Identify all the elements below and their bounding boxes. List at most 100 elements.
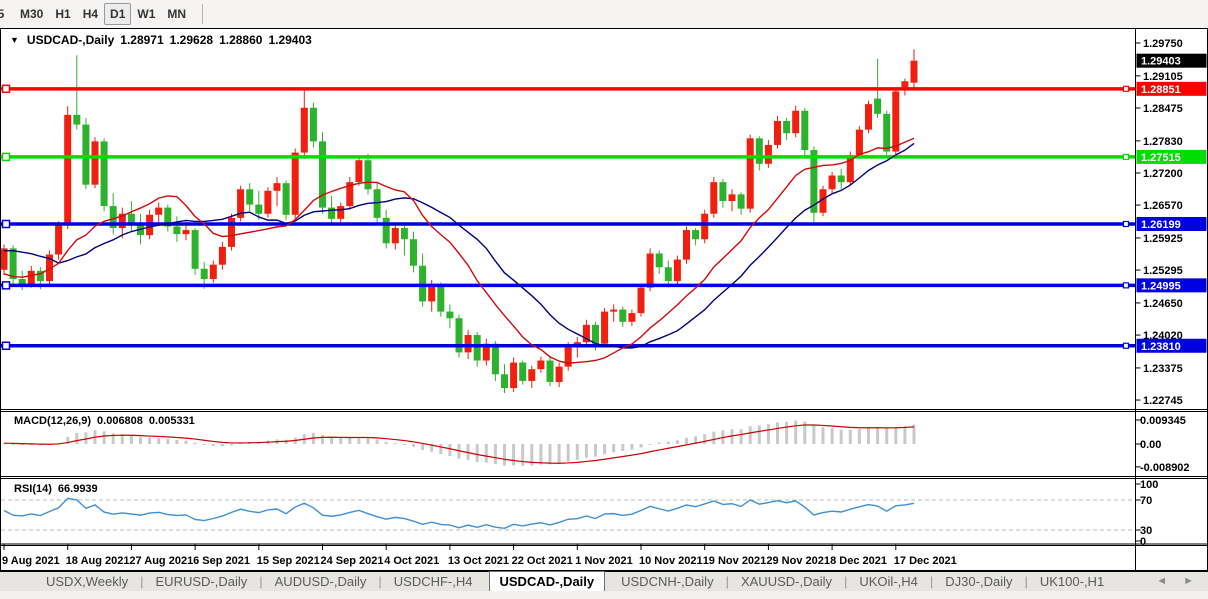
tab-separator: |: [724, 574, 731, 589]
macd-histogram-bar: [612, 444, 615, 452]
level-line-handle[interactable]: [1124, 86, 1129, 91]
candle-body: [228, 218, 235, 247]
candle-body: [701, 214, 708, 239]
candle-body: [592, 325, 599, 344]
level-line-handle[interactable]: [3, 282, 10, 289]
price-level-badge-text: 1.26199: [1141, 219, 1181, 231]
ohlc-open: 1.28971: [120, 33, 163, 47]
candle-body: [710, 182, 717, 214]
candle-body: [474, 335, 481, 360]
tab-usdchf-h4[interactable]: USDCHF-,H4: [384, 572, 483, 592]
timeframe-button-h1[interactable]: H1: [49, 3, 76, 25]
macd-histogram-bar: [321, 435, 324, 444]
tab-audusd-daily[interactable]: AUDUSD-,Daily: [265, 572, 377, 592]
chart-tabbar: USDX,Weekly|EURUSD-,Daily|AUDUSD-,Daily|…: [0, 571, 1208, 591]
candle-body: [219, 247, 226, 265]
macd-signal-value: 0.005331: [149, 415, 195, 427]
date-axis-label: 13 Oct 2021: [448, 555, 509, 567]
chart-title: ▼ USDCAD-,Daily 1.28971 1.29628 1.28860 …: [10, 33, 312, 47]
macd-axis-label: 0.009345: [1140, 415, 1186, 427]
tab-dj30-daily[interactable]: DJ30-,Daily: [935, 572, 1022, 592]
timeframe-button-h4[interactable]: H4: [77, 3, 104, 25]
macd-histogram-bar: [712, 432, 715, 444]
candle-body: [155, 208, 162, 215]
macd-histogram-bar: [567, 444, 570, 462]
chart-collapse-icon[interactable]: ▼: [10, 35, 19, 45]
macd-histogram-bar: [221, 444, 224, 446]
candle-body: [865, 104, 872, 129]
macd-histogram-bar: [749, 426, 752, 444]
candle-body: [856, 130, 863, 155]
macd-histogram-bar: [840, 430, 843, 444]
level-line-handle[interactable]: [1124, 343, 1129, 348]
candle-body: [883, 114, 890, 152]
chart-canvas[interactable]: 1.297501.291051.284751.278301.272001.265…: [0, 28, 1208, 599]
level-line-handle[interactable]: [3, 220, 10, 227]
rsi-axis-label: 100: [1140, 479, 1158, 491]
candle-body: [874, 99, 881, 114]
candle-body: [328, 208, 335, 219]
macd-histogram-bar: [157, 438, 160, 444]
macd-histogram-bar: [758, 425, 761, 444]
timeframe-button-mn[interactable]: MN: [161, 3, 192, 25]
candle-body: [519, 363, 526, 381]
macd-histogram-bar: [876, 427, 879, 444]
candle-body: [319, 141, 326, 207]
date-axis-label: 1 Nov 2021: [575, 555, 632, 567]
macd-histogram-bar: [103, 431, 106, 444]
price-level-badge-text: 1.27515: [1141, 152, 1181, 164]
chart-symbol-label: USDCAD-,Daily: [27, 33, 114, 47]
macd-histogram-bar: [84, 432, 87, 444]
candle-body: [101, 141, 108, 206]
candle-body: [892, 91, 899, 151]
macd-histogram-bar: [667, 442, 670, 444]
candle-body: [665, 267, 672, 281]
macd-histogram-bar: [558, 444, 561, 464]
macd-histogram-bar: [676, 440, 679, 444]
level-line-handle[interactable]: [1124, 154, 1129, 159]
candle-body: [383, 218, 390, 243]
price-axis-label: 1.29105: [1143, 71, 1183, 83]
macd-histogram-bar: [703, 434, 706, 444]
ohlc-close: 1.29403: [268, 33, 311, 47]
timeframe-button-w1[interactable]: W1: [131, 3, 161, 25]
level-line-handle[interactable]: [1124, 283, 1129, 288]
tab-eurusd-daily[interactable]: EURUSD-,Daily: [146, 572, 258, 592]
tab-xauusd-daily[interactable]: XAUUSD-,Daily: [731, 572, 842, 592]
candle-body: [901, 81, 908, 87]
candle-body: [64, 115, 71, 225]
macd-histogram-bar: [348, 438, 351, 444]
tab-usdcnh-daily[interactable]: USDCNH-,Daily: [611, 572, 723, 592]
candle-body: [774, 121, 781, 145]
macd-histogram-bar: [521, 444, 524, 466]
level-line-handle[interactable]: [1124, 221, 1129, 226]
candle-body: [410, 239, 417, 266]
macd-histogram-bar: [203, 444, 206, 445]
tab-scroll-right-icon[interactable]: ►: [1183, 575, 1194, 587]
timeframe-button-d1[interactable]: D1: [104, 3, 131, 25]
candle-body: [292, 153, 299, 215]
tab-usdx-weekly[interactable]: USDX,Weekly: [36, 572, 138, 592]
candle-body: [1, 248, 8, 269]
timeframe-button-m30[interactable]: M30: [14, 3, 49, 25]
candle-body: [838, 176, 845, 183]
timeframe-button-5[interactable]: 5: [0, 3, 14, 25]
tab-uk100-h1[interactable]: UK100-,H1: [1030, 572, 1114, 592]
level-line-handle[interactable]: [3, 153, 10, 160]
level-line-handle[interactable]: [3, 85, 10, 92]
status-strip: [0, 591, 1208, 599]
macd-histogram-bar: [685, 438, 688, 444]
macd-histogram-bar: [740, 429, 743, 444]
tab-usdcad-daily[interactable]: USDCAD-,Daily: [489, 571, 606, 591]
price-axis-label: 1.25295: [1143, 265, 1183, 277]
tab-scroll-left-icon[interactable]: ◄: [1156, 575, 1167, 587]
price-axis-label: 1.22745: [1143, 395, 1183, 407]
macd-histogram-bar: [112, 433, 115, 444]
macd-histogram-bar: [549, 444, 552, 464]
level-line-handle[interactable]: [3, 342, 10, 349]
candle-body: [619, 310, 626, 322]
candle-body: [28, 271, 35, 284]
tab-ukoil-h4[interactable]: UKOil-,H4: [849, 572, 928, 592]
macd-histogram-bar: [194, 443, 197, 444]
macd-histogram-bar: [212, 444, 215, 446]
